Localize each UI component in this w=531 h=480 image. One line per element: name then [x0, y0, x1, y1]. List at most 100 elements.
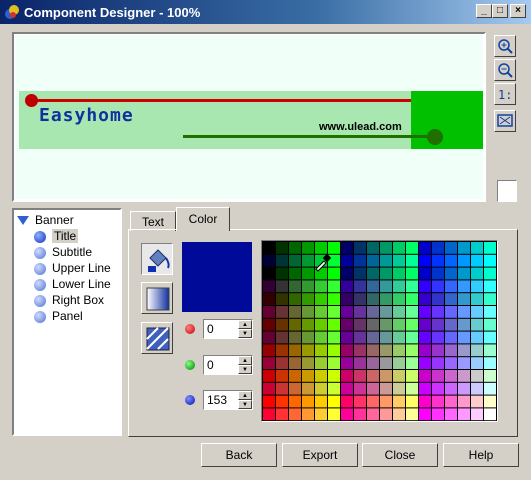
palette-swatch[interactable] — [432, 344, 444, 357]
palette-swatch[interactable] — [341, 344, 353, 357]
palette-swatch[interactable] — [341, 370, 353, 382]
palette-swatch[interactable] — [406, 395, 418, 408]
palette-swatch[interactable] — [289, 254, 301, 267]
help-button[interactable]: Help — [443, 443, 519, 467]
gradient-tool-button[interactable] — [141, 282, 173, 314]
palette-swatch[interactable] — [380, 408, 392, 421]
spin-up-icon[interactable]: ▲ — [238, 391, 252, 400]
back-button[interactable]: Back — [201, 443, 277, 467]
close-window-button[interactable]: × — [510, 4, 526, 18]
palette-swatch[interactable] — [315, 293, 327, 305]
palette-swatch[interactable] — [419, 382, 431, 395]
palette-swatch[interactable] — [458, 293, 470, 305]
palette-swatch[interactable] — [484, 370, 496, 382]
palette-swatch[interactable] — [341, 357, 353, 369]
palette-swatch[interactable] — [432, 280, 444, 293]
palette-swatch[interactable] — [380, 395, 392, 408]
palette-swatch[interactable] — [471, 357, 483, 369]
palette-swatch[interactable] — [289, 382, 301, 395]
palette-swatch[interactable] — [367, 306, 379, 318]
palette-swatch[interactable] — [484, 382, 496, 395]
palette-swatch[interactable] — [380, 382, 392, 395]
palette-swatch[interactable] — [471, 242, 483, 254]
palette-swatch[interactable] — [328, 395, 340, 408]
palette-swatch[interactable] — [289, 318, 301, 331]
palette-swatch[interactable] — [458, 254, 470, 267]
palette-swatch[interactable] — [406, 382, 418, 395]
palette-swatch[interactable] — [315, 331, 327, 344]
tab-text[interactable]: Text — [130, 211, 176, 231]
palette-swatch[interactable] — [406, 357, 418, 369]
palette-swatch[interactable] — [367, 293, 379, 305]
palette-swatch[interactable] — [406, 267, 418, 280]
palette-swatch[interactable] — [406, 254, 418, 267]
palette-swatch[interactable] — [302, 382, 314, 395]
palette-swatch[interactable] — [263, 318, 275, 331]
palette-swatch[interactable] — [328, 357, 340, 369]
palette-swatch[interactable] — [406, 293, 418, 305]
palette-swatch[interactable] — [458, 408, 470, 421]
palette-swatch[interactable] — [276, 293, 288, 305]
palette-swatch[interactable] — [354, 344, 366, 357]
palette-swatch[interactable] — [276, 382, 288, 395]
palette-swatch[interactable] — [419, 318, 431, 331]
palette-swatch[interactable] — [380, 254, 392, 267]
palette-swatch[interactable] — [328, 306, 340, 318]
palette-swatch[interactable] — [315, 280, 327, 293]
tree-root[interactable]: Banner — [17, 212, 74, 228]
palette-swatch[interactable] — [419, 357, 431, 369]
palette-swatch[interactable] — [393, 280, 405, 293]
palette-swatch[interactable] — [367, 331, 379, 344]
palette-swatch[interactable] — [354, 306, 366, 318]
palette-swatch[interactable] — [406, 331, 418, 344]
palette-swatch[interactable] — [406, 318, 418, 331]
banner-subtitle[interactable]: www.ulead.com — [319, 121, 402, 133]
palette-swatch[interactable] — [302, 395, 314, 408]
palette-swatch[interactable] — [354, 408, 366, 421]
palette-swatch[interactable] — [393, 242, 405, 254]
palette-swatch[interactable] — [341, 382, 353, 395]
palette-swatch[interactable] — [471, 306, 483, 318]
palette-swatch[interactable] — [276, 357, 288, 369]
palette-swatch[interactable] — [380, 293, 392, 305]
palette-swatch[interactable] — [471, 395, 483, 408]
palette-swatch[interactable] — [445, 280, 457, 293]
close-button[interactable]: Close — [362, 443, 438, 467]
palette-swatch[interactable] — [328, 408, 340, 421]
palette-swatch[interactable] — [432, 318, 444, 331]
palette-swatch[interactable] — [263, 280, 275, 293]
fill-tool-button[interactable] — [141, 243, 173, 275]
palette-swatch[interactable] — [289, 267, 301, 280]
palette-swatch[interactable] — [276, 254, 288, 267]
palette-swatch[interactable] — [328, 344, 340, 357]
palette-swatch[interactable] — [445, 357, 457, 369]
palette-swatch[interactable] — [263, 293, 275, 305]
palette-swatch[interactable] — [302, 408, 314, 421]
palette-swatch[interactable] — [263, 395, 275, 408]
palette-swatch[interactable] — [419, 267, 431, 280]
palette-swatch[interactable] — [276, 331, 288, 344]
palette-swatch[interactable] — [432, 267, 444, 280]
palette-swatch[interactable] — [354, 370, 366, 382]
palette-swatch[interactable] — [393, 254, 405, 267]
palette-swatch[interactable] — [393, 382, 405, 395]
palette-swatch[interactable] — [445, 382, 457, 395]
palette-swatch[interactable] — [380, 318, 392, 331]
palette-swatch[interactable] — [419, 395, 431, 408]
palette-swatch[interactable] — [315, 306, 327, 318]
palette-swatch[interactable] — [419, 370, 431, 382]
palette-swatch[interactable] — [471, 318, 483, 331]
palette-swatch[interactable] — [367, 370, 379, 382]
palette-swatch[interactable] — [445, 408, 457, 421]
palette-swatch[interactable] — [380, 280, 392, 293]
palette-swatch[interactable] — [276, 318, 288, 331]
palette-swatch[interactable] — [419, 280, 431, 293]
palette-swatch[interactable] — [315, 395, 327, 408]
palette-swatch[interactable] — [328, 280, 340, 293]
spin-down-icon[interactable]: ▼ — [238, 400, 252, 409]
palette-swatch[interactable] — [263, 382, 275, 395]
palette-swatch[interactable] — [354, 267, 366, 280]
spin-up-icon[interactable]: ▲ — [238, 356, 252, 365]
palette-swatch[interactable] — [276, 395, 288, 408]
palette-swatch[interactable] — [367, 280, 379, 293]
